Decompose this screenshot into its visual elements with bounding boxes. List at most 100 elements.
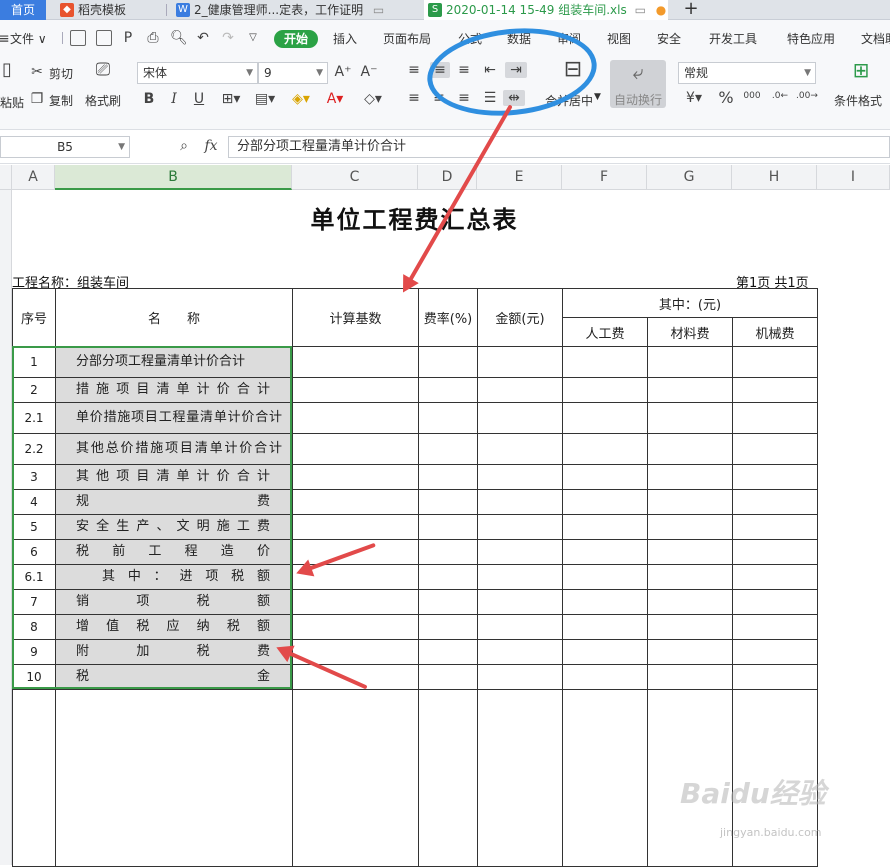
data-cell[interactable] (562, 464, 648, 490)
zoom-lookup-icon[interactable]: ⌕ (176, 138, 192, 154)
header-labor[interactable]: 人工费 (562, 317, 648, 347)
menu-insert[interactable]: 插入 (333, 30, 357, 48)
data-cell[interactable] (647, 433, 733, 465)
new-tab-button[interactable]: + (676, 0, 706, 20)
data-cell[interactable] (647, 614, 733, 640)
worksheet[interactable]: 单位工程费汇总表 工程名称：组装车间 第1页 共1页 序号 名 称 计算基数 费… (12, 190, 890, 867)
fx-icon[interactable]: fx (202, 138, 220, 154)
quick-access-dropdown-icon[interactable]: ▽ (245, 30, 261, 46)
data-cell[interactable] (732, 402, 818, 434)
data-cell[interactable] (562, 489, 648, 515)
font-color-icon[interactable]: A▾ (322, 91, 348, 107)
data-cell[interactable] (647, 464, 733, 490)
data-cell[interactable] (477, 402, 563, 434)
name-cell[interactable]: 销项税额 (55, 589, 293, 615)
tab-xls-file[interactable]: S 2020-01-14 15-49 组装车间.xls ▭ ● (424, 0, 668, 20)
font-name-select[interactable]: 宋体 ▼ (137, 62, 258, 84)
data-cell[interactable] (418, 664, 478, 690)
data-cell[interactable] (418, 433, 478, 465)
data-cell[interactable] (477, 377, 563, 403)
data-cell[interactable] (732, 489, 818, 515)
header-name[interactable]: 名 称 (55, 288, 293, 347)
data-cell[interactable] (292, 402, 419, 434)
select-all-corner[interactable] (0, 165, 12, 190)
data-cell[interactable] (418, 464, 478, 490)
data-cell[interactable] (647, 539, 733, 565)
data-cell[interactable] (477, 589, 563, 615)
data-cell[interactable] (732, 539, 818, 565)
data-cell[interactable] (732, 514, 818, 540)
hamburger-icon[interactable]: ≡ (0, 31, 10, 47)
paste-icon[interactable]: ▯ (0, 61, 14, 79)
chevron-down-icon[interactable]: ▼ (594, 92, 601, 102)
data-cell[interactable] (647, 589, 733, 615)
data-cell[interactable] (292, 664, 419, 690)
header-amount[interactable]: 金额(元) (477, 288, 563, 347)
data-cell[interactable] (647, 377, 733, 403)
seq-cell[interactable]: 9 (12, 639, 56, 665)
increase-decimal-icon[interactable]: .0← (770, 88, 790, 104)
menu-special-apps[interactable]: 特色应用 (787, 30, 835, 48)
data-cell[interactable] (292, 433, 419, 465)
undo-icon[interactable]: ↶ (195, 30, 211, 46)
paste-button[interactable]: 粘贴 (0, 94, 24, 111)
data-cell[interactable] (418, 489, 478, 515)
column-header-f[interactable]: F (562, 165, 647, 190)
data-cell[interactable] (647, 564, 733, 590)
data-cell[interactable] (292, 346, 419, 378)
header-base[interactable]: 计算基数 (292, 288, 419, 347)
data-cell[interactable] (562, 614, 648, 640)
data-cell[interactable] (477, 346, 563, 378)
header-material[interactable]: 材料费 (647, 317, 733, 347)
header-among[interactable]: 其中：(元) (562, 288, 818, 318)
cell-style-icon[interactable]: ▤▾ (252, 91, 278, 107)
menu-file[interactable]: 文件 ∨ (10, 30, 47, 48)
font-size-select[interactable]: 9 ▼ (258, 62, 328, 84)
data-cell[interactable] (732, 639, 818, 665)
formula-input[interactable]: 分部分项工程量清单计价合计 (228, 136, 890, 158)
seq-cell[interactable]: 6 (12, 539, 56, 565)
seq-cell[interactable]: 7 (12, 589, 56, 615)
bold-icon[interactable]: B (141, 91, 157, 107)
name-cell[interactable]: 税前工程造价 (55, 539, 293, 565)
copy-button[interactable]: 复制 (49, 92, 73, 109)
decrease-font-icon[interactable]: A⁻ (360, 64, 378, 80)
empty-cell[interactable] (562, 689, 648, 867)
data-cell[interactable] (562, 664, 648, 690)
decrease-decimal-icon[interactable]: .00→ (796, 88, 818, 104)
empty-cell[interactable] (292, 689, 419, 867)
increase-font-icon[interactable]: A⁺ (334, 64, 352, 80)
seq-cell[interactable]: 3 (12, 464, 56, 490)
data-cell[interactable] (477, 614, 563, 640)
wrap-text-button[interactable]: ⤶ 自动换行 (610, 60, 666, 108)
data-cell[interactable] (647, 664, 733, 690)
column-header-g[interactable]: G (647, 165, 732, 190)
print-preview-icon[interactable]: 🔍︎ (170, 30, 188, 46)
name-cell[interactable]: 其他项目清单计价合计 (55, 464, 293, 490)
name-cell[interactable]: 其他总价措施项目清单计价合计 (55, 433, 293, 465)
name-cell[interactable]: 其中：进项税额 (55, 564, 293, 590)
data-cell[interactable] (477, 433, 563, 465)
italic-icon[interactable]: I (166, 91, 182, 107)
data-cell[interactable] (477, 564, 563, 590)
new-file-icon[interactable] (70, 30, 86, 46)
name-cell[interactable]: 安全生产、文明施工费 (55, 514, 293, 540)
data-cell[interactable] (647, 489, 733, 515)
seq-cell[interactable]: 8 (12, 614, 56, 640)
data-cell[interactable] (292, 514, 419, 540)
menu-view[interactable]: 视图 (607, 30, 631, 48)
tab-home[interactable]: 首页 (0, 0, 46, 20)
data-cell[interactable] (732, 346, 818, 378)
data-cell[interactable] (562, 433, 648, 465)
output-pdf-icon[interactable]: P (120, 30, 136, 46)
column-header-b[interactable]: B (55, 165, 292, 190)
data-cell[interactable] (562, 639, 648, 665)
fill-color-icon[interactable]: ◈▾ (288, 91, 314, 107)
tab-daoke-template[interactable]: ◆ 稻壳模板 (56, 0, 166, 20)
data-cell[interactable] (418, 639, 478, 665)
seq-cell[interactable]: 10 (12, 664, 56, 690)
data-cell[interactable] (562, 402, 648, 434)
data-cell[interactable] (418, 539, 478, 565)
data-cell[interactable] (477, 489, 563, 515)
thousands-format-icon[interactable]: 000 (742, 88, 762, 104)
